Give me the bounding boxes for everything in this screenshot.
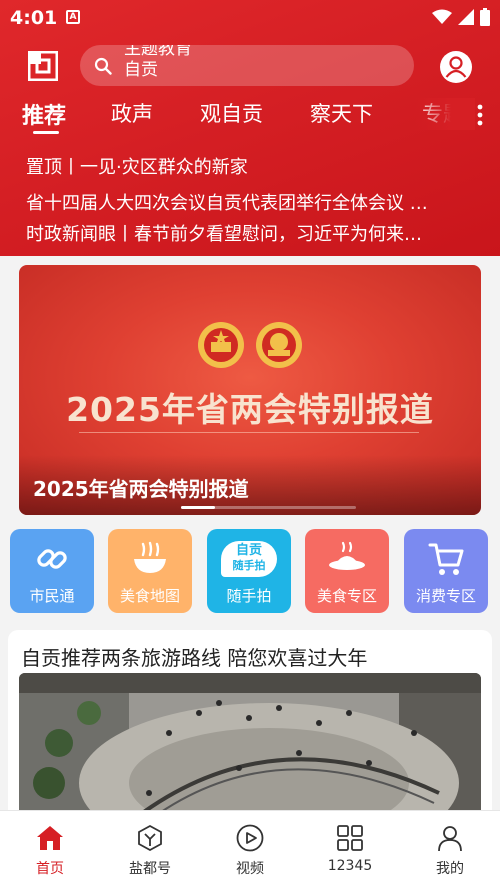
- nav-yandu[interactable]: 盐都号: [100, 811, 200, 888]
- quick-link-shiminton[interactable]: 市民通: [10, 529, 94, 613]
- badge-text: 自贡: [235, 543, 262, 558]
- home-icon: [37, 826, 63, 850]
- nav-mine[interactable]: 我的: [400, 811, 500, 888]
- banner-title: 2025年省两会特别报道: [66, 390, 434, 429]
- museum-photo: [19, 673, 481, 833]
- nav-home[interactable]: 首页: [0, 811, 100, 888]
- headline-item[interactable]: 省十四届人大四次会议自贡代表团举行全体会议 …: [26, 189, 466, 215]
- quick-link-label: 市民通: [29, 587, 75, 605]
- signal-icon: [458, 9, 474, 25]
- article-image[interactable]: [19, 673, 481, 833]
- badge-text: 随手拍: [232, 559, 266, 572]
- featured-banner[interactable]: 2025年省两会特别报道 2025年省两会特别报道: [19, 265, 481, 515]
- bottom-nav: 首页 盐都号 视频 12345 我的: [0, 810, 500, 888]
- nav-label: 首页: [36, 861, 64, 877]
- search-icon: [94, 57, 112, 75]
- notification-icon: A: [66, 10, 80, 24]
- dish-icon: [329, 541, 365, 570]
- header: 4:01 A 主题教育 自贡 推荐 政声 观自贡 察天下 专题: [0, 0, 500, 256]
- play-icon: [236, 824, 264, 852]
- tab-guan-zigong[interactable]: 观自贡: [200, 98, 263, 128]
- cart-icon: [428, 543, 464, 575]
- headline-item[interactable]: 置顶丨一见·灾区群众的新家: [26, 153, 466, 179]
- tabs-fade: [415, 98, 475, 130]
- search-hint: 主题教育: [124, 45, 192, 59]
- status-time: 4:01: [10, 7, 58, 29]
- link-icon: [37, 549, 67, 569]
- quick-link-consumption[interactable]: 消费专区: [404, 529, 488, 613]
- emblem-icon: [198, 322, 302, 368]
- search-hint-rotator: 主题教育 自贡: [124, 45, 192, 81]
- divider: [79, 432, 419, 433]
- quick-link-label: 随手拍: [226, 587, 272, 605]
- user-avatar-icon[interactable]: [439, 50, 473, 84]
- snapshot-badge-icon: 自贡 随手拍: [221, 541, 277, 577]
- more-vertical-icon[interactable]: [470, 103, 490, 127]
- quick-link-food-zone[interactable]: 美食专区: [305, 529, 389, 613]
- quick-link-label: 美食地图: [119, 587, 180, 605]
- carousel-indicator: [181, 506, 215, 509]
- active-tab-indicator: [33, 131, 59, 134]
- bowl-icon: [134, 541, 166, 573]
- cube-icon: [138, 824, 162, 852]
- nav-12345[interactable]: 12345: [300, 811, 400, 888]
- search-bar[interactable]: 主题教育 自贡: [80, 45, 414, 86]
- nav-video[interactable]: 视频: [200, 811, 300, 888]
- article-title[interactable]: 自贡推荐两条旅游路线 陪您欢喜过大年: [21, 642, 367, 671]
- tab-cha-tianxia[interactable]: 察天下: [310, 98, 373, 128]
- app-logo-icon[interactable]: [28, 51, 58, 81]
- nav-label: 我的: [436, 861, 464, 877]
- status-bar: 4:01 A: [0, 0, 500, 36]
- nav-label: 盐都号: [129, 861, 171, 877]
- quick-link-snapshot[interactable]: 自贡 随手拍 随手拍: [207, 529, 291, 613]
- tab-recommend[interactable]: 推荐: [22, 98, 66, 130]
- grid-icon: [337, 825, 363, 851]
- quick-link-label: 消费专区: [415, 587, 476, 605]
- headline-item[interactable]: 时政新闻眼丨春节前夕看望慰问，习近平为何来…: [26, 220, 466, 246]
- wifi-icon: [432, 9, 452, 24]
- search-hint: 自贡: [124, 60, 158, 80]
- person-icon: [438, 826, 462, 852]
- battery-icon: [480, 8, 490, 26]
- banner-caption: 2025年省两会特别报道: [33, 477, 249, 501]
- system-icons: [432, 8, 490, 26]
- nav-label: 12345: [327, 858, 373, 874]
- tab-zhengsheng[interactable]: 政声: [111, 98, 153, 128]
- article-card[interactable]: 自贡推荐两条旅游路线 陪您欢喜过大年: [8, 630, 492, 833]
- quick-link-food-map[interactable]: 美食地图: [108, 529, 192, 613]
- quick-link-label: 美食专区: [316, 587, 377, 605]
- nav-label: 视频: [236, 861, 264, 877]
